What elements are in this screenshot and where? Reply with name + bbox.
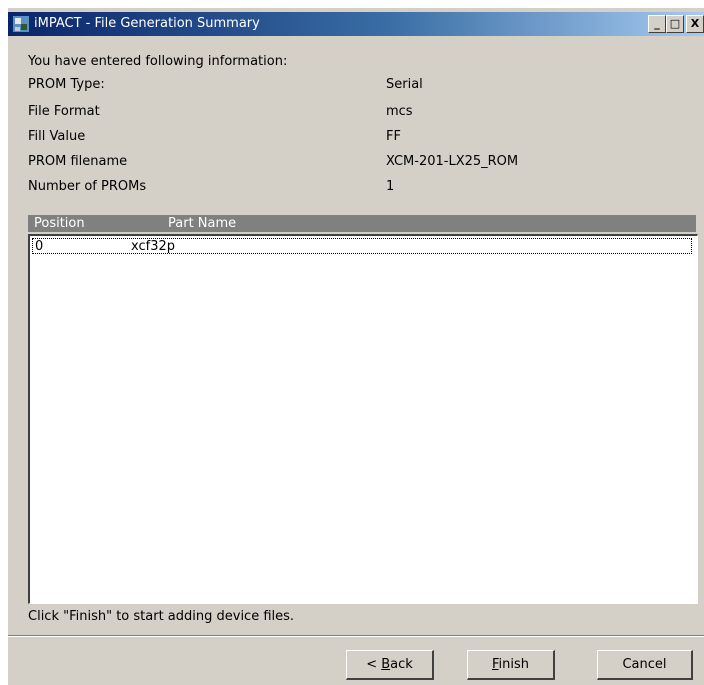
back-rest: ack bbox=[390, 657, 413, 672]
back-mnemonic: B bbox=[381, 657, 391, 672]
back-button[interactable]: < Back bbox=[346, 650, 434, 680]
summary-row-fill-value: Fill Value FF bbox=[28, 129, 401, 147]
table-header: Position Part Name bbox=[28, 215, 696, 232]
summary-row-number-of-proms: Number of PROMs 1 bbox=[28, 179, 394, 197]
back-prefix: < bbox=[366, 657, 382, 672]
summary-label: Number of PROMs bbox=[28, 179, 147, 194]
cell-position: 0 bbox=[35, 239, 44, 254]
window-title: iMPACT - File Generation Summary bbox=[34, 16, 260, 31]
finish-button[interactable]: Finish bbox=[467, 650, 555, 680]
summary-row-prom-type: PROM Type: Serial bbox=[28, 77, 423, 95]
summary-label: PROM filename bbox=[28, 154, 128, 169]
divider bbox=[8, 635, 704, 637]
summary-label: File Format bbox=[28, 104, 100, 119]
finish-rest: inish bbox=[498, 657, 530, 672]
cell-part-name: xcf32p bbox=[131, 239, 175, 254]
summary-row-file-format: File Format mcs bbox=[28, 104, 413, 122]
prom-device-list[interactable]: 0 xcf32p bbox=[28, 234, 698, 604]
close-button[interactable]: X bbox=[686, 15, 704, 33]
summary-value: mcs bbox=[386, 104, 413, 119]
summary-value: FF bbox=[386, 129, 401, 144]
column-header-position[interactable]: Position bbox=[34, 216, 85, 231]
column-header-part-name[interactable]: Part Name bbox=[168, 216, 236, 231]
instruction-text: Click "Finish" to start adding device fi… bbox=[28, 609, 295, 624]
summary-label: PROM Type: bbox=[28, 77, 105, 92]
title-bar[interactable]: iMPACT - File Generation Summary _ □ X bbox=[8, 12, 704, 36]
summary-row-prom-filename: PROM filename XCM-201-LX25_ROM bbox=[28, 154, 518, 172]
summary-value: 1 bbox=[386, 179, 395, 194]
minimize-button[interactable]: _ bbox=[648, 15, 666, 33]
summary-value: XCM-201-LX25_ROM bbox=[386, 154, 519, 169]
file-generation-summary-dialog: iMPACT - File Generation Summary _ □ X Y… bbox=[8, 8, 704, 685]
maximize-button[interactable]: □ bbox=[666, 15, 684, 33]
impact-app-icon bbox=[13, 16, 29, 32]
table-row[interactable]: 0 xcf32p bbox=[32, 238, 692, 254]
intro-text: You have entered following information: bbox=[28, 54, 288, 69]
summary-value: Serial bbox=[386, 77, 423, 92]
summary-label: Fill Value bbox=[28, 129, 86, 144]
cancel-button[interactable]: Cancel bbox=[597, 650, 693, 680]
